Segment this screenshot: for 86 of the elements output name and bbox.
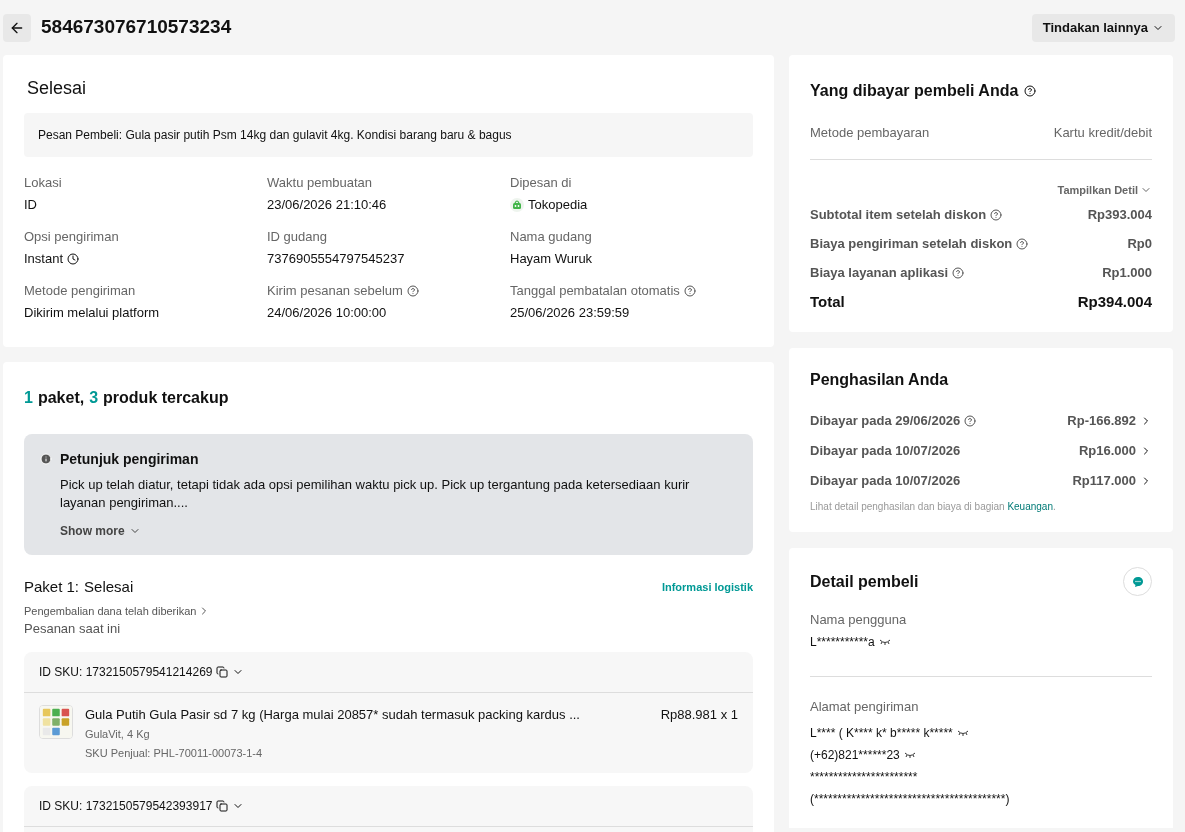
- field-label: Opsi pengiriman: [24, 229, 119, 245]
- address-line: (+62)821******23: [810, 747, 900, 763]
- more-actions-button[interactable]: Tindakan lainnya: [1031, 13, 1175, 42]
- help-icon[interactable]: [1024, 85, 1037, 97]
- help-icon[interactable]: [683, 285, 696, 297]
- product-name[interactable]: Gula Putih Gula Pasir sd 7 kg (Harga mulai 20857* sudah termasuk packing kardus ...: [85, 704, 649, 724]
- field-value: 25/06/2026 23:59:59: [510, 305, 630, 321]
- package-word: paket,: [37, 388, 85, 408]
- sku-id: ID SKU: 1732150579542393917: [39, 798, 213, 815]
- show-details-button[interactable]: Tampilkan Detil: [1057, 181, 1152, 198]
- help-icon[interactable]: [990, 208, 1003, 221]
- field-value: Tokopedia: [528, 197, 588, 213]
- field-value: 23/06/2026 21:10:46: [267, 197, 387, 213]
- copy-icon[interactable]: [216, 665, 229, 678]
- product-count: 3: [89, 388, 99, 408]
- product-variant: GulaVit, 4 Kg: [85, 727, 151, 742]
- logistics-info-link[interactable]: Informasi logistik: [661, 579, 753, 596]
- payout-value: Rp16.000: [1078, 442, 1136, 459]
- package-status: Selesai: [84, 577, 134, 597]
- fee-value: Rp0: [1127, 235, 1152, 252]
- help-icon[interactable]: [952, 266, 965, 279]
- field-label: Metode pengiriman: [24, 283, 136, 299]
- notice-title: Petunjuk pengiriman: [60, 450, 200, 469]
- help-icon[interactable]: [406, 285, 419, 297]
- back-button[interactable]: [3, 13, 31, 42]
- address-line: ***********************: [810, 769, 918, 785]
- help-icon[interactable]: [1016, 237, 1029, 250]
- eye-closed-icon[interactable]: [956, 729, 969, 737]
- fee-value: Rp1.000: [1102, 264, 1152, 281]
- fee-label: Subtotal item setelah diskon: [810, 206, 987, 223]
- eye-closed-icon[interactable]: [878, 638, 891, 646]
- address-line: L**** ( K**** k* b***** k*****: [810, 725, 953, 741]
- fee-label: Biaya layanan aplikasi: [810, 264, 949, 281]
- field-label: Nama gudang: [510, 229, 592, 245]
- package-count: 1: [24, 388, 33, 408]
- field-label: Kirim pesanan sebelum: [267, 283, 403, 299]
- field-value: ID: [24, 197, 37, 213]
- field-label: Dipesan di: [510, 175, 572, 191]
- package-label: Paket 1:: [24, 577, 80, 597]
- product-word: produk tercakup: [103, 388, 229, 408]
- username-label: Nama pengguna: [810, 612, 908, 628]
- current-order-label: Pesanan saat ini: [24, 620, 122, 638]
- payout-label: Dibayar pada 10/07/2026: [810, 472, 961, 489]
- address-label: Alamat pengiriman: [810, 699, 920, 715]
- payout-label: Dibayar pada 29/06/2026: [810, 412, 961, 429]
- field-value: Instant: [24, 251, 64, 267]
- field-label: Lokasi: [24, 175, 62, 191]
- field-label: Waktu pembuatan: [267, 175, 373, 191]
- address-line: (*****************************************): [810, 791, 1010, 807]
- order-status: Selesai: [27, 77, 88, 100]
- chat-bubble-icon: [1131, 575, 1144, 588]
- field-label: Tanggal pembatalan otomatis: [510, 283, 680, 299]
- payment-method-label: Metode pembayaran: [810, 124, 930, 142]
- field-value: Hayam Wuruk: [510, 251, 593, 267]
- help-icon[interactable]: [964, 414, 977, 427]
- earnings-note: Lihat detail penghasilan dan biaya di bagian Keuangan.: [810, 500, 1057, 514]
- order-id: 584673076710573234: [41, 15, 232, 40]
- seller-sku: SKU Penjual: PHL-70011-00073-1-4: [85, 745, 264, 761]
- buyer-message: Pesan Pembeli: Gula pasir putih Psm 14kg dan gulavit 4kg. Kondisi barang baru & bagus: [24, 113, 753, 157]
- buyer-title: Detail pembeli: [810, 571, 919, 592]
- notice-text: Pick up telah diatur, tetapi tidak ada opsi pemilihan waktu pick up. Pick up tergantung pada ketersediaan kurir layanan pengiriman....: [60, 476, 691, 512]
- field-value: Dikirim melalui platform: [24, 305, 160, 321]
- payout-value: Rp-166.892: [1067, 412, 1136, 429]
- username: L***********a: [810, 634, 875, 650]
- info-icon: [40, 453, 52, 465]
- fee-value: Rp393.004: [1087, 206, 1152, 223]
- earnings-title: Penghasilan Anda: [810, 370, 950, 390]
- sku-id: ID SKU: 1732150579541214269: [39, 663, 213, 681]
- field-value: 7376905554797545237: [267, 251, 405, 267]
- copy-icon[interactable]: [216, 800, 229, 812]
- total-label: Total: [810, 293, 845, 310]
- total-value: Rp394.004: [1077, 293, 1152, 310]
- eye-closed-icon[interactable]: [903, 751, 916, 759]
- payment-title: Yang dibayar pembeli Anda: [810, 81, 1019, 101]
- payment-method-value: Kartu kredit/debit: [1053, 124, 1152, 142]
- finance-link[interactable]: Keuangan: [1007, 501, 1053, 512]
- payout-value: Rp117.000: [1072, 472, 1136, 489]
- product-price: Rp88.981 x 1: [660, 705, 738, 724]
- store-logo-icon: [510, 198, 524, 212]
- field-label: ID gudang: [267, 229, 327, 245]
- refund-link[interactable]: Pengembalian dana telah diberikan: [24, 602, 211, 619]
- clock-icon: [67, 253, 80, 265]
- show-more-button[interactable]: Show more: [60, 522, 141, 540]
- field-value: 24/06/2026 10:00:00: [267, 305, 387, 321]
- fee-label: Biaya pengiriman setelah diskon: [810, 235, 1013, 252]
- payout-label: Dibayar pada 10/07/2026: [810, 442, 961, 459]
